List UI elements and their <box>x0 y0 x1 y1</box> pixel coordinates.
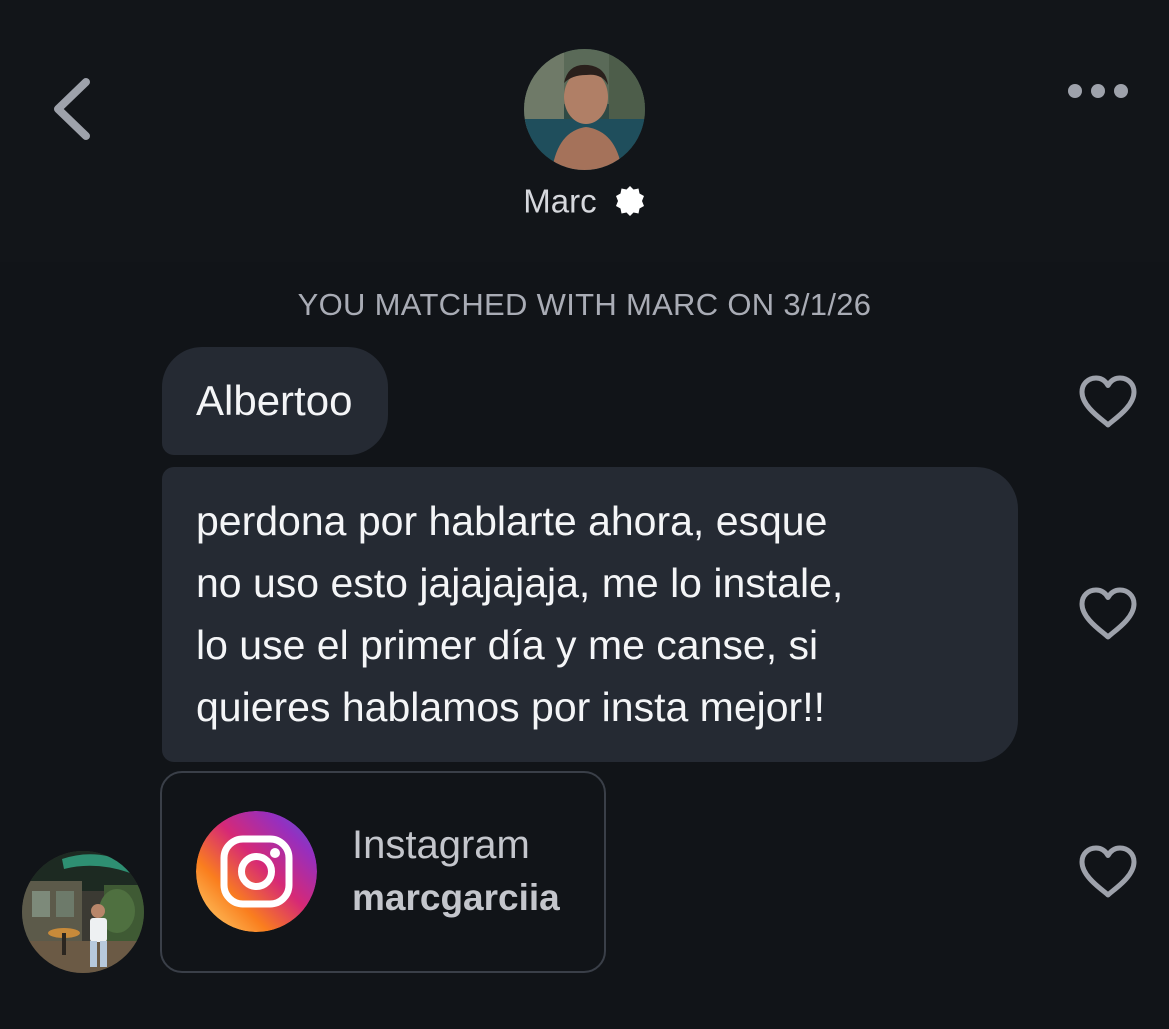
contact-name-text: Marc <box>523 182 597 220</box>
contact-name[interactable]: Marc <box>0 180 1169 220</box>
more-horizontal-icon <box>1068 84 1128 98</box>
back-button[interactable] <box>44 72 104 146</box>
like-heart-button[interactable] <box>1077 844 1139 900</box>
verified-badge-icon <box>615 186 644 217</box>
like-heart-button[interactable] <box>1077 374 1139 430</box>
instagram-platform-label: Instagram <box>352 823 530 867</box>
more-options-button[interactable] <box>1060 74 1138 108</box>
like-heart-button[interactable] <box>1077 586 1139 642</box>
sender-photo <box>22 851 144 973</box>
message-bubble[interactable]: Albertoo <box>162 347 389 455</box>
contact-photo <box>524 49 645 170</box>
message-line: lo use el primer día y me canse, si <box>196 622 819 668</box>
contact-avatar[interactable] <box>524 49 645 170</box>
heart-icon <box>1079 845 1137 898</box>
message-line: perdona por hablarte ahora, esque <box>196 498 828 544</box>
instagram-handle: marcgarciia <box>352 877 560 918</box>
chat-header: Marc <box>0 0 1169 262</box>
message-bubble[interactable]: perdona por hablarte ahora, esque no uso… <box>162 467 1018 762</box>
heart-icon <box>1079 587 1137 640</box>
instagram-icon <box>196 811 317 932</box>
heart-icon <box>1079 375 1137 428</box>
message-line: quieres hablamos por insta mejor!! <box>196 684 825 730</box>
instagram-profile-card[interactable]: Instagram marcgarciia <box>160 771 606 973</box>
message-text: Albertoo <box>196 377 353 424</box>
chevron-left-icon <box>54 78 90 140</box>
message-line: no uso esto jajajajaja, me lo instale, <box>196 560 844 606</box>
sender-avatar[interactable] <box>22 851 144 973</box>
match-notice: YOU MATCHED WITH MARC ON 3/1/26 <box>297 287 872 322</box>
